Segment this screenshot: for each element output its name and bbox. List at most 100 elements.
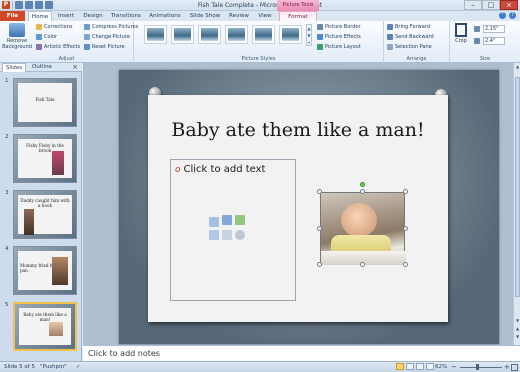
compress-pictures-button[interactable]: Compress Pictures bbox=[84, 23, 138, 31]
tab-file[interactable]: File bbox=[0, 11, 25, 21]
zoom-in-icon[interactable]: + bbox=[504, 362, 510, 372]
minimize-icon[interactable]: – bbox=[464, 0, 482, 10]
baby-photo[interactable] bbox=[320, 192, 406, 265]
resize-handle-sw[interactable] bbox=[317, 262, 322, 267]
corrections-button[interactable]: Corrections bbox=[36, 23, 72, 31]
maximize-icon[interactable]: □ bbox=[482, 0, 500, 10]
notes-placeholder[interactable]: Click to add notes bbox=[88, 349, 160, 358]
redo-icon[interactable] bbox=[35, 1, 43, 9]
close-icon[interactable]: × bbox=[500, 0, 518, 10]
slide-thumbnail-1[interactable]: 1 Fish Tale bbox=[3, 78, 79, 130]
resize-handle-n[interactable] bbox=[360, 189, 365, 194]
bring-forward-button[interactable]: Bring Forward bbox=[387, 23, 430, 31]
picture-style-3[interactable] bbox=[198, 25, 221, 44]
bring-forward-icon bbox=[387, 24, 393, 30]
tab-transitions[interactable]: Transitions bbox=[108, 11, 144, 21]
notes-pane[interactable]: Click to add notes bbox=[83, 345, 520, 361]
save-icon[interactable] bbox=[15, 1, 23, 9]
quick-access-toolbar: P bbox=[2, 1, 53, 9]
reading-view-icon[interactable] bbox=[416, 363, 424, 370]
slide-number: 5 bbox=[5, 302, 9, 308]
resize-handle-s[interactable] bbox=[360, 262, 365, 267]
resize-handle-se[interactable] bbox=[403, 262, 408, 267]
width-field[interactable]: 2.4" bbox=[483, 37, 505, 45]
slide-title[interactable]: Baby ate them like a man! bbox=[148, 119, 448, 141]
powerpoint-logo-icon[interactable]: P bbox=[2, 1, 10, 9]
tab-slides[interactable]: Slides bbox=[2, 63, 26, 72]
insert-media-icon[interactable] bbox=[235, 230, 245, 240]
tab-animations[interactable]: Animations bbox=[146, 11, 184, 21]
content-placeholder[interactable]: o Click to add text bbox=[170, 159, 296, 301]
picture-style-4[interactable] bbox=[225, 25, 248, 44]
insert-clip-art-icon[interactable] bbox=[222, 230, 232, 240]
vertical-scrollbar[interactable]: ▲ ▼ ▲ ▼ bbox=[513, 63, 520, 345]
help-icon[interactable]: ? bbox=[509, 12, 516, 19]
resize-handle-ne[interactable] bbox=[403, 189, 408, 194]
slide-show-icon[interactable] bbox=[426, 363, 434, 370]
undo-icon[interactable] bbox=[25, 1, 33, 9]
fit-to-window-icon[interactable] bbox=[511, 364, 518, 371]
scroll-down-icon[interactable]: ▼ bbox=[514, 317, 520, 324]
zoom-slider[interactable] bbox=[460, 367, 502, 368]
insert-table-icon[interactable] bbox=[209, 217, 219, 227]
close-pane-icon[interactable]: × bbox=[72, 63, 78, 72]
slide-number: 1 bbox=[5, 78, 9, 84]
slide-thumbnail-3[interactable]: 3 Daddy caught him with a hook bbox=[3, 190, 79, 242]
zoom-level[interactable]: 62% bbox=[435, 362, 447, 372]
tab-design[interactable]: Design bbox=[80, 11, 106, 21]
change-picture-button[interactable]: Change Picture bbox=[84, 33, 130, 41]
insert-picture-icon[interactable] bbox=[209, 230, 219, 240]
slide-thumbnail-2[interactable]: 2 Fishy Fishy in the brook bbox=[3, 134, 79, 186]
artistic-effects-button[interactable]: Artistic Effects bbox=[36, 43, 80, 51]
reset-picture-button[interactable]: Reset Picture bbox=[84, 43, 125, 51]
picture-effects-button[interactable]: Picture Effects bbox=[317, 33, 361, 41]
previous-slide-icon[interactable]: ▲ bbox=[514, 325, 520, 332]
minimize-ribbon-icon[interactable]: ^ bbox=[499, 12, 506, 19]
send-backward-icon bbox=[387, 34, 393, 40]
picture-layout-button[interactable]: Picture Layout bbox=[317, 43, 361, 51]
resize-handle-nw[interactable] bbox=[317, 189, 322, 194]
remove-background-button[interactable]: Remove Background bbox=[2, 23, 32, 50]
gallery-scroll[interactable]: ▲ ▼ ▾ bbox=[306, 24, 312, 46]
thumbnail-slide: Mommy fried him in a pan bbox=[18, 251, 72, 290]
send-backward-button[interactable]: Send Backward bbox=[387, 33, 434, 41]
picture-style-1[interactable] bbox=[144, 25, 167, 44]
insert-chart-icon[interactable] bbox=[222, 215, 232, 225]
remove-background-icon bbox=[9, 23, 25, 37]
picture-style-6[interactable] bbox=[279, 25, 302, 44]
normal-view-icon[interactable] bbox=[396, 363, 404, 370]
spell-check-icon[interactable]: ✓ bbox=[76, 362, 81, 372]
resize-handle-w[interactable] bbox=[317, 226, 322, 231]
tab-slide-show[interactable]: Slide Show bbox=[186, 11, 224, 21]
picture-style-5[interactable] bbox=[252, 25, 275, 44]
corrections-label: Corrections bbox=[44, 24, 73, 30]
thumbnail-slide: Daddy caught him with a hook bbox=[18, 195, 72, 235]
scroll-up-icon[interactable]: ▲ bbox=[514, 63, 520, 70]
selection-pane-button[interactable]: Selection Pane bbox=[387, 43, 432, 51]
picture-border-button[interactable]: Picture Border bbox=[317, 23, 361, 31]
customize-toolbar-icon[interactable] bbox=[45, 1, 53, 9]
tab-outline[interactable]: Outline bbox=[28, 63, 56, 72]
change-picture-label: Change Picture bbox=[92, 34, 130, 40]
height-field[interactable]: 2.15" bbox=[483, 25, 505, 33]
crop-button[interactable]: Crop bbox=[452, 23, 470, 44]
ribbon-tabs: File Home Insert Design Transitions Anim… bbox=[0, 11, 520, 22]
zoom-out-icon[interactable]: − bbox=[451, 362, 457, 372]
placeholder-text[interactable]: o Click to add text bbox=[175, 164, 265, 175]
resize-handle-e[interactable] bbox=[403, 226, 408, 231]
zoom-slider-knob[interactable] bbox=[476, 364, 479, 370]
slide-thumbnail-4[interactable]: 4 Mommy fried him in a pan bbox=[3, 246, 79, 298]
next-slide-icon[interactable]: ▼ bbox=[514, 333, 520, 340]
scrollbar-thumb[interactable] bbox=[515, 77, 520, 297]
send-backward-label: Send Backward bbox=[395, 34, 434, 40]
slide-sorter-icon[interactable] bbox=[406, 363, 414, 370]
tab-view[interactable]: View bbox=[254, 11, 276, 21]
insert-smartart-icon[interactable] bbox=[235, 215, 245, 225]
color-button[interactable]: Color bbox=[36, 33, 57, 41]
tab-review[interactable]: Review bbox=[226, 11, 252, 21]
rotate-handle[interactable] bbox=[360, 182, 365, 187]
tab-insert[interactable]: Insert bbox=[54, 11, 78, 21]
picture-style-2[interactable] bbox=[171, 25, 194, 44]
height-icon bbox=[474, 25, 482, 33]
slide-thumbnail-5[interactable]: 5 Baby ate them like a man! bbox=[3, 302, 79, 354]
